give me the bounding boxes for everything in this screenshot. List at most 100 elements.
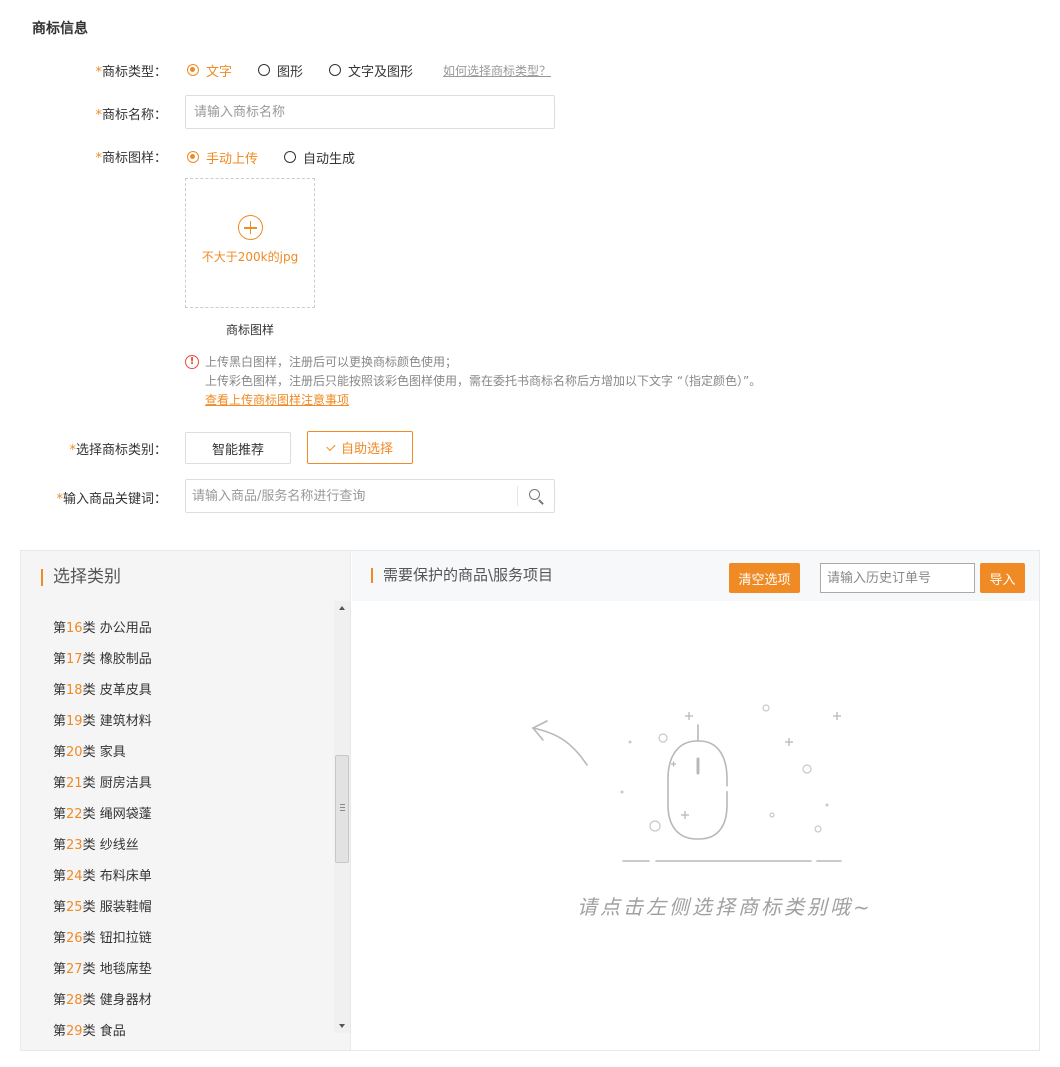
category-name: 厨房洁具 <box>99 776 152 791</box>
smart-recommend-button[interactable]: 智能推荐 <box>185 432 291 464</box>
category-name: 钮扣拉链 <box>99 931 152 946</box>
category-item[interactable]: 第17类 橡胶制品 <box>53 648 152 667</box>
category-sidebar: 选择类别 第16类 办公用品 第17类 橡胶制品 第18类 皮革皮具 第19类 建筑材… <box>21 551 351 1050</box>
check-icon <box>326 441 336 451</box>
category-suffix: 类 <box>82 931 96 946</box>
category-item[interactable]: 第29类 食品 <box>53 1020 126 1039</box>
radio-label: 自动生成 <box>303 151 356 167</box>
category-item[interactable]: 第24类 布料床单 <box>53 865 152 884</box>
category-item[interactable]: 第18类 皮革皮具 <box>53 679 152 698</box>
category-item[interactable]: 第22类 绳网袋蓬 <box>53 803 152 822</box>
category-name: 健身器材 <box>99 993 152 1008</box>
keyword-input[interactable] <box>186 480 516 512</box>
category-suffix: 类 <box>82 621 96 636</box>
category-prefix: 第 <box>53 714 67 729</box>
radio-unchecked-icon <box>329 64 342 76</box>
category-num: 28 <box>66 993 83 1008</box>
warning-icon: ! <box>185 355 199 369</box>
type-radio-text-and-graphic[interactable]: 文字及图形 <box>329 61 413 80</box>
sample-label-text: 商标图样： <box>101 151 167 166</box>
category-name: 橡胶制品 <box>99 652 152 667</box>
category-item[interactable]: 第23类 纱线丝 <box>53 834 139 853</box>
upload-box[interactable]: 不大于200k的jpg <box>185 178 315 308</box>
category-num: 27 <box>66 962 83 977</box>
category-prefix: 第 <box>53 807 67 822</box>
type-radio-group: 文字 图形 文字及图形 如何选择商标类型？ <box>187 60 551 80</box>
category-label: *选择商标类别： <box>69 439 167 458</box>
scroll-up-arrow-icon[interactable] <box>334 601 350 615</box>
category-scrollbar[interactable] <box>334 601 350 1033</box>
category-item[interactable]: 第16类 办公用品 <box>53 617 152 636</box>
category-name: 办公用品 <box>99 621 152 636</box>
name-label: *商标名称： <box>95 104 167 123</box>
grip-icon <box>340 804 345 811</box>
category-prefix: 第 <box>53 869 67 884</box>
category-item[interactable]: 第26类 钮扣拉链 <box>53 927 152 946</box>
empty-state-text: 请点击左侧选择商标类别哦~ <box>577 895 873 919</box>
goods-panel-title: 需要保护的商品\服务项目 <box>371 568 553 583</box>
category-suffix: 类 <box>82 745 96 760</box>
category-item[interactable]: 第19类 建筑材料 <box>53 710 152 729</box>
category-suffix: 类 <box>82 838 96 853</box>
category-prefix: 第 <box>53 900 67 915</box>
history-order-input[interactable] <box>820 563 975 593</box>
category-suffix: 类 <box>82 900 96 915</box>
category-list: 第16类 办公用品 第17类 橡胶制品 第18类 皮革皮具 第19类 建筑材料 第20类… <box>21 601 351 1041</box>
category-item[interactable]: 第21类 厨房洁具 <box>53 772 152 791</box>
category-suffix: 类 <box>82 869 96 884</box>
notice-line-2: 上传彩色图样，注册后只能按照该彩色图样使用，需在委托书商标名称后方增加以下文字 … <box>205 374 762 388</box>
category-prefix: 第 <box>53 1024 67 1039</box>
category-suffix: 类 <box>82 776 96 791</box>
category-item[interactable]: 第20类 家具 <box>53 741 126 760</box>
category-prefix: 第 <box>53 683 67 698</box>
category-prefix: 第 <box>53 745 67 760</box>
category-num: 29 <box>66 1024 83 1039</box>
button-label: 自助选择 <box>340 442 393 457</box>
keyword-label-text: 输入商品关键词： <box>62 492 167 507</box>
category-name: 家具 <box>99 745 126 760</box>
import-button[interactable]: 导入 <box>980 563 1025 593</box>
type-label: *商标类型： <box>95 61 167 80</box>
plus-circle-icon <box>237 215 263 240</box>
category-num: 24 <box>66 869 83 884</box>
category-prefix: 第 <box>53 931 67 946</box>
category-label-text: 选择商标类别： <box>75 443 167 458</box>
radio-checked-icon <box>187 151 199 163</box>
category-suffix: 类 <box>82 993 96 1008</box>
category-suffix: 类 <box>82 1024 96 1039</box>
type-help-link[interactable]: 如何选择商标类型？ <box>443 62 551 79</box>
sample-radio-manual[interactable]: 手动上传 <box>187 148 258 167</box>
radio-unchecked-icon <box>284 151 297 163</box>
category-suffix: 类 <box>82 962 96 977</box>
scroll-down-arrow-icon[interactable] <box>334 1019 350 1033</box>
radio-label: 文字 <box>206 64 233 80</box>
category-sidebar-title: 选择类别 <box>41 569 121 586</box>
type-label-text: 商标类型： <box>101 65 167 80</box>
radio-label: 文字及图形 <box>348 64 414 80</box>
category-num: 16 <box>66 621 83 636</box>
category-name: 服装鞋帽 <box>99 900 152 915</box>
category-prefix: 第 <box>53 652 67 667</box>
search-icon-handle <box>538 499 544 505</box>
category-num: 20 <box>66 745 83 760</box>
notice-link[interactable]: 查看上传商标图样注意事项 <box>205 393 349 407</box>
type-radio-text[interactable]: 文字 <box>187 61 232 80</box>
category-item[interactable]: 第25类 服装鞋帽 <box>53 896 152 915</box>
category-item[interactable]: 第28类 健身器材 <box>53 989 152 1008</box>
scroll-thumb[interactable] <box>335 755 349 863</box>
search-button[interactable] <box>517 480 554 512</box>
category-suffix: 类 <box>82 683 96 698</box>
category-panel: 选择类别 第16类 办公用品 第17类 橡胶制品 第18类 皮革皮具 第19类 建筑材… <box>20 550 1040 1051</box>
clear-selection-button[interactable]: 清空选项 <box>729 563 800 593</box>
category-prefix: 第 <box>53 962 67 977</box>
name-input[interactable] <box>185 95 555 129</box>
radio-checked-icon <box>187 64 199 76</box>
type-radio-graphic[interactable]: 图形 <box>258 61 303 80</box>
self-select-button[interactable]: 自助选择 <box>307 431 413 464</box>
category-name: 布料床单 <box>99 869 152 884</box>
upload-caption: 商标图样 <box>225 323 274 337</box>
upload-hint: 不大于200k的jpg <box>201 250 299 264</box>
category-num: 23 <box>66 838 83 853</box>
category-item[interactable]: 第27类 地毯席垫 <box>53 958 152 977</box>
sample-radio-auto[interactable]: 自动生成 <box>284 148 355 167</box>
